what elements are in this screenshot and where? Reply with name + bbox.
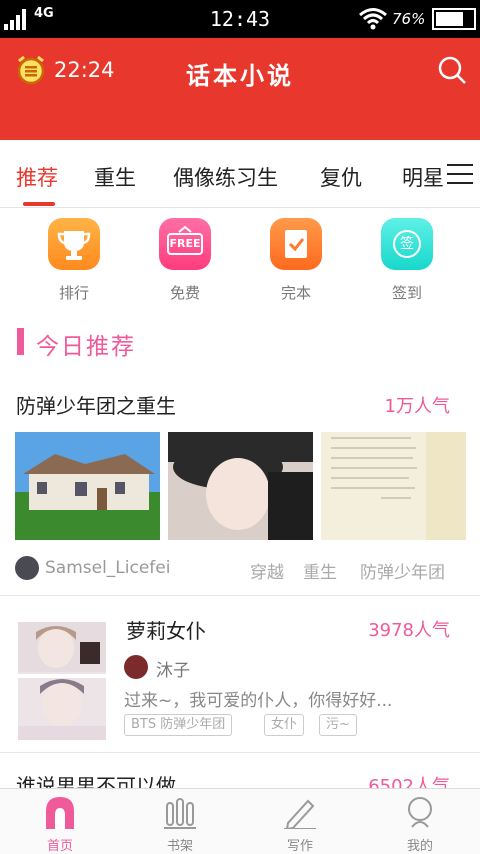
- free-badge-text: FREE: [169, 237, 201, 250]
- story-tag[interactable]: 防弹少年团: [360, 558, 445, 583]
- story-cover-image-portrait[interactable]: [168, 432, 313, 540]
- trophy-icon: [48, 218, 100, 270]
- quick-entry-completed[interactable]: 完本: [266, 218, 326, 303]
- quick-entry-label: 完本: [280, 284, 311, 302]
- quick-entry-label: 签到: [391, 284, 422, 302]
- quick-entry-ranking[interactable]: 排行: [44, 218, 104, 303]
- author-name[interactable]: Samsel_Licefei: [45, 558, 170, 578]
- battery-icon: [432, 8, 476, 30]
- divider: [0, 752, 480, 753]
- popularity-count: 3978人气: [368, 620, 450, 641]
- quick-entry-label: 排行: [58, 284, 89, 302]
- divider: [0, 595, 480, 596]
- avatar[interactable]: [124, 655, 148, 679]
- nav-label: 首页: [46, 839, 73, 854]
- nav-home[interactable]: 首页: [20, 789, 100, 854]
- pen-icon: [284, 799, 316, 829]
- popularity-count: 1万人气: [384, 396, 450, 417]
- bookshelf-icon: [164, 798, 196, 829]
- check-document-icon: [270, 218, 322, 270]
- story-description: 过来~，我可爱的仆人，你得好好...: [124, 691, 393, 711]
- free-tag-icon: FREE: [159, 218, 211, 270]
- nav-write[interactable]: 写作: [260, 789, 340, 854]
- story-title[interactable]: 萝莉女仆: [126, 615, 206, 644]
- battery-percent: 76%: [392, 10, 426, 28]
- category-tabs: 推荐 重生 偶像练习生 复仇 明星: [0, 140, 480, 208]
- avatar[interactable]: [15, 556, 39, 580]
- wifi-icon: [359, 8, 387, 30]
- section-marker: [17, 328, 24, 355]
- story-tag[interactable]: 污~: [319, 714, 357, 736]
- story-tag[interactable]: 重生: [303, 558, 337, 583]
- tab-idol-trainee[interactable]: 偶像练习生: [173, 162, 278, 192]
- nav-label: 书架: [166, 839, 193, 854]
- sign-in-badge: 签: [393, 230, 421, 258]
- story-tag[interactable]: BTS 防弹少年团: [124, 714, 233, 736]
- sign-in-icon: 签: [381, 218, 433, 270]
- nav-label: 我的: [406, 839, 433, 854]
- nav-profile[interactable]: 我的: [380, 789, 460, 854]
- author-name[interactable]: 沐子: [156, 656, 190, 681]
- story-cover-image-house[interactable]: [15, 432, 160, 540]
- quick-entry-free[interactable]: FREE 免费: [155, 218, 215, 303]
- app-title: 话本小说: [186, 62, 294, 90]
- story-title[interactable]: 防弹少年团之重生: [16, 390, 176, 419]
- story-cover[interactable]: [18, 622, 106, 740]
- section-title: 今日推荐: [36, 334, 136, 360]
- home-icon: [46, 797, 74, 829]
- tab-recommend[interactable]: 推荐: [16, 162, 58, 192]
- status-bar: 4G 12:43 76%: [0, 0, 480, 38]
- story-cover-image-letter[interactable]: [321, 432, 466, 540]
- profile-icon: [408, 797, 432, 828]
- menu-icon[interactable]: [447, 164, 473, 186]
- nav-bookshelf[interactable]: 书架: [140, 789, 220, 854]
- active-tab-indicator: [23, 202, 55, 206]
- story-tag[interactable]: 女仆: [264, 714, 305, 736]
- battery-fill: [436, 12, 463, 26]
- tab-revenge[interactable]: 复仇: [320, 162, 362, 192]
- nav-label: 写作: [286, 839, 313, 854]
- search-icon[interactable]: [436, 54, 468, 86]
- tab-rebirth[interactable]: 重生: [94, 162, 136, 192]
- quick-entry-label: 免费: [169, 284, 200, 302]
- tab-celebrity[interactable]: 明星: [402, 162, 444, 192]
- story-tag[interactable]: 穿越: [250, 558, 284, 583]
- quick-entry-sign-in[interactable]: 签 签到: [377, 218, 437, 303]
- bottom-navigation: 首页 书架 写作 我的: [0, 788, 480, 854]
